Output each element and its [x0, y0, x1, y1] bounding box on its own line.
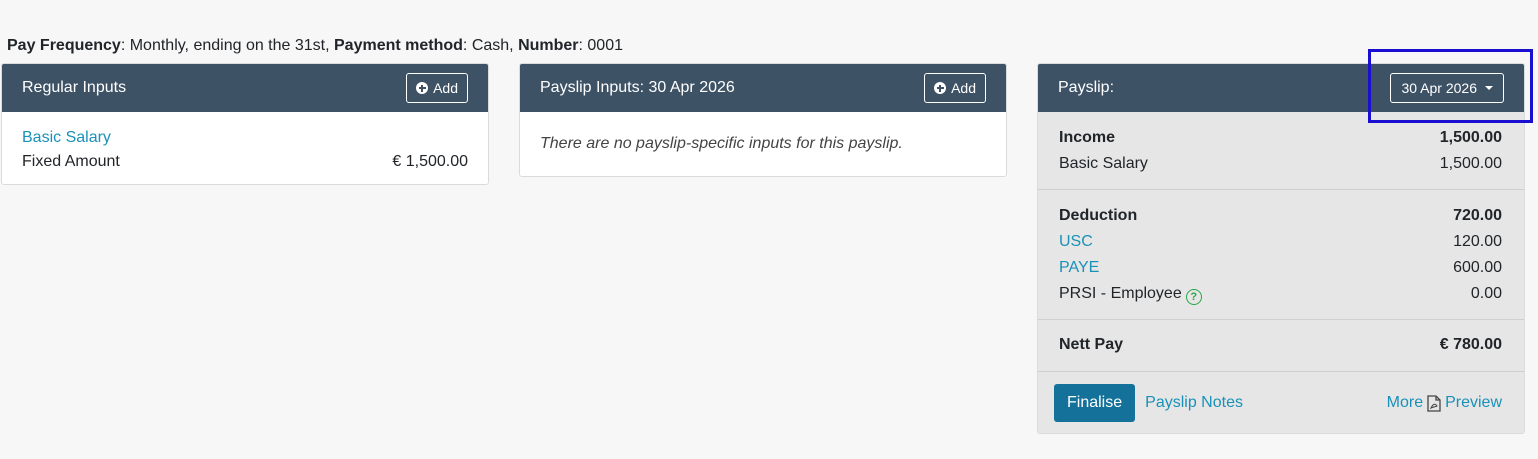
payment-method-label: Payment method: [334, 37, 463, 54]
income-line-name: Basic Salary: [1059, 155, 1148, 172]
regular-inputs-header: Regular Inputs Add: [2, 64, 488, 112]
preview-link[interactable]: Preview: [1445, 394, 1502, 412]
file-pdf-icon: [1427, 394, 1441, 412]
payslip-inputs-card: Payslip Inputs: 30 Apr 2026 Add There ar…: [519, 63, 1007, 177]
number-label: Number: [518, 37, 579, 54]
add-label: Add: [433, 80, 458, 96]
add-regular-input-button[interactable]: Add: [406, 73, 468, 103]
regular-input-detail-row: Fixed Amount € 1,500.00: [22, 150, 468, 174]
footer-right-actions: More Preview: [1387, 394, 1502, 412]
income-total: 1,500.00: [1439, 129, 1502, 146]
regular-inputs-body: Basic Salary Fixed Amount € 1,500.00: [2, 112, 488, 184]
deduction-line-prsi: PRSI - Employee? 0.00: [1059, 281, 1502, 307]
item-amount: € 1,500.00: [392, 153, 468, 170]
payslip-notes-link[interactable]: Payslip Notes: [1145, 394, 1243, 412]
add-label: Add: [951, 80, 976, 96]
empty-inputs-message: There are no payslip-specific inputs for…: [540, 135, 903, 152]
pay-frequency-label: Pay Frequency: [7, 37, 121, 54]
payslip-title: Payslip:: [1058, 79, 1115, 96]
nett-pay-amount: € 780.00: [1439, 336, 1502, 353]
deduction-total: 720.00: [1453, 207, 1502, 224]
income-line: Basic Salary 1,500.00: [1059, 151, 1502, 177]
prsi-amount: 0.00: [1470, 285, 1502, 302]
regular-input-item: Basic Salary: [22, 126, 468, 150]
regular-inputs-card: Regular Inputs Add Basic Salary Fixed Am…: [1, 63, 489, 185]
number-value: : 0001: [578, 37, 623, 54]
question-circle-icon[interactable]: ?: [1185, 289, 1202, 305]
nett-pay-label: Nett Pay: [1059, 336, 1124, 353]
deduction-total-row: Deduction 720.00: [1059, 203, 1502, 229]
payslip-inputs-header: Payslip Inputs: 30 Apr 2026 Add: [520, 64, 1006, 112]
nett-pay-section: Nett Pay € 780.00: [1038, 320, 1524, 372]
prsi-label: PRSI - Employee: [1059, 285, 1182, 302]
income-line-amount: 1,500.00: [1439, 155, 1502, 172]
plus-circle-icon: [416, 82, 429, 94]
pay-info-line: Pay Frequency: Monthly, ending on the 31…: [7, 36, 623, 56]
usc-amount: 120.00: [1453, 233, 1502, 250]
deduction-label: Deduction: [1059, 207, 1138, 224]
usc-link[interactable]: USC: [1059, 229, 1093, 255]
income-section: Income 1,500.00 Basic Salary 1,500.00: [1038, 112, 1524, 190]
income-label: Income: [1059, 129, 1116, 146]
payslip-footer: Finalise Payslip Notes More Preview: [1038, 372, 1524, 433]
more-link[interactable]: More: [1387, 394, 1423, 412]
deduction-line-paye: PAYE 600.00: [1059, 255, 1502, 281]
plus-circle-icon: [934, 82, 947, 94]
date-dropdown-highlight: [1368, 49, 1533, 123]
pay-frequency-value: : Monthly, ending on the 31st,: [120, 37, 334, 54]
basic-salary-link[interactable]: Basic Salary: [22, 126, 111, 150]
regular-inputs-title: Regular Inputs: [22, 79, 127, 96]
nett-pay-row: Nett Pay € 780.00: [1059, 332, 1502, 358]
footer-left-actions: Finalise Payslip Notes: [1054, 384, 1243, 422]
deduction-line-usc: USC 120.00: [1059, 229, 1502, 255]
payment-method-value: : Cash,: [462, 37, 519, 54]
paye-link[interactable]: PAYE: [1059, 255, 1099, 281]
income-total-row: Income 1,500.00: [1059, 125, 1502, 151]
add-payslip-input-button[interactable]: Add: [924, 73, 986, 103]
prsi-label-group: PRSI - Employee?: [1059, 281, 1202, 307]
item-type: Fixed Amount: [22, 153, 120, 170]
deduction-section: Deduction 720.00 USC 120.00 PAYE 600.00 …: [1038, 190, 1524, 320]
finalise-button[interactable]: Finalise: [1054, 384, 1136, 422]
paye-amount: 600.00: [1453, 259, 1502, 276]
payslip-inputs-title: Payslip Inputs: 30 Apr 2026: [540, 79, 735, 96]
